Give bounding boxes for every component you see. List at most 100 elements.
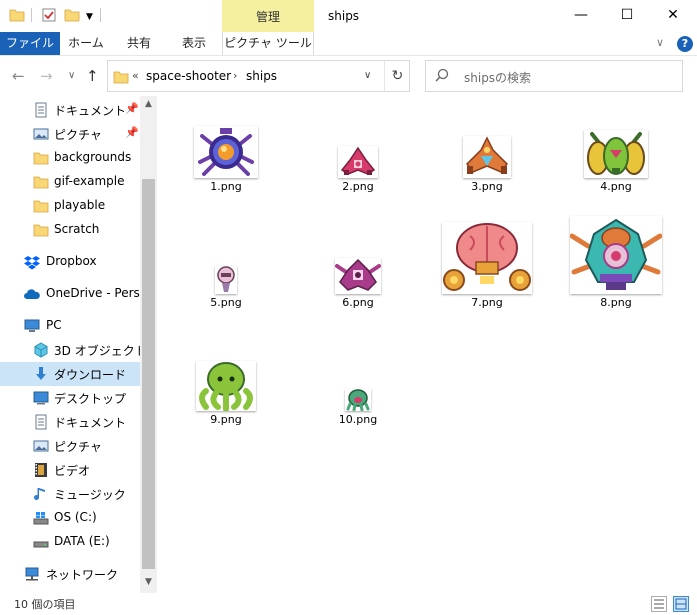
minimize-button[interactable]: — bbox=[558, 0, 604, 32]
scroll-up-button[interactable]: ▲ bbox=[140, 96, 157, 113]
sidebar-item-label: playable bbox=[54, 198, 106, 212]
large-icons-view-button[interactable] bbox=[673, 596, 689, 612]
sidebar-item-pictures-pinned[interactable]: ピクチャ 📌 bbox=[0, 122, 140, 146]
scroll-thumb[interactable] bbox=[142, 179, 155, 569]
scroll-down-button[interactable]: ▼ bbox=[140, 574, 157, 591]
sidebar-item-gif-example[interactable]: gif-example bbox=[0, 170, 140, 194]
new-folder-icon[interactable] bbox=[64, 7, 80, 23]
file-item[interactable]: 9.png bbox=[178, 329, 274, 429]
sidebar-item-label: OneDrive - Persor bbox=[46, 286, 153, 300]
sidebar-item-label: ダウンロード bbox=[54, 368, 127, 382]
sidebar-item-music[interactable]: ミュージック bbox=[0, 482, 140, 506]
back-button[interactable]: ← bbox=[12, 67, 25, 85]
address-bar[interactable]: « space-shooter › ships ∨ ↻ bbox=[107, 60, 410, 92]
refresh-button[interactable]: ↻ bbox=[384, 61, 410, 91]
sidebar-item-downloads[interactable]: ダウンロード bbox=[0, 362, 140, 386]
sidebar-item-os-drive[interactable]: OS (C:) bbox=[0, 506, 140, 530]
help-icon[interactable]: ? bbox=[677, 36, 693, 52]
network-icon bbox=[25, 567, 39, 581]
breadcrumb-space-shooter[interactable]: space-shooter bbox=[146, 69, 231, 83]
sidebar-item-backgrounds[interactable]: backgrounds bbox=[0, 146, 140, 170]
forward-button[interactable]: → bbox=[40, 67, 53, 85]
details-view-button[interactable] bbox=[651, 596, 667, 612]
sidebar-item-label: ドキュメント bbox=[54, 416, 127, 430]
breadcrumb-ships[interactable]: ships bbox=[246, 69, 277, 83]
file-name: 3.png bbox=[471, 180, 503, 193]
file-item[interactable]: 4.png bbox=[568, 96, 664, 196]
file-thumbnail bbox=[310, 96, 406, 178]
file-name: 7.png bbox=[471, 296, 503, 309]
properties-icon[interactable] bbox=[41, 7, 57, 23]
window-title: ships bbox=[328, 9, 360, 23]
sidebar-item-pc[interactable]: PC bbox=[0, 314, 140, 338]
file-name: 4.png bbox=[600, 180, 632, 193]
recent-locations-button[interactable]: ∨ bbox=[68, 70, 75, 81]
navigation-pane: ドキュメント 📌 ピクチャ 📌 backgrounds gif-example … bbox=[0, 96, 157, 593]
search-box[interactable]: shipsの検索 bbox=[425, 60, 683, 92]
pictures-icon bbox=[33, 440, 49, 452]
pin-icon: 📌 bbox=[125, 102, 139, 115]
sidebar-item-playable[interactable]: playable bbox=[0, 194, 140, 218]
sidebar-item-documents-pinned[interactable]: ドキュメント 📌 bbox=[0, 98, 140, 122]
file-item[interactable]: 5.png bbox=[178, 212, 274, 312]
folder-icon bbox=[33, 152, 49, 165]
folder-icon bbox=[33, 200, 49, 213]
file-item[interactable]: 6.png bbox=[310, 212, 406, 312]
sidebar-item-data-drive[interactable]: DATA (E:) bbox=[0, 530, 140, 554]
sidebar-item-dropbox[interactable]: Dropbox bbox=[0, 250, 140, 274]
expand-ribbon-button[interactable]: ∨ bbox=[656, 36, 664, 49]
desktop-icon bbox=[33, 391, 49, 405]
tab-picture-tools[interactable]: ピクチャ ツール bbox=[222, 32, 314, 55]
sidebar-item-label: デスクトップ bbox=[54, 392, 127, 406]
sidebar-item-desktop[interactable]: デスクトップ bbox=[0, 386, 140, 410]
video-icon bbox=[35, 463, 47, 477]
file-name: 2.png bbox=[342, 180, 374, 193]
sidebar-item-pictures[interactable]: ピクチャ bbox=[0, 434, 140, 458]
sidebar-item-label: DATA (E:) bbox=[54, 534, 110, 548]
tab-share[interactable]: 共有 bbox=[112, 32, 166, 55]
sidebar-item-network[interactable]: ネットワーク bbox=[0, 562, 140, 586]
manage-tab-header[interactable]: 管理 bbox=[222, 0, 314, 32]
folder-icon[interactable] bbox=[9, 7, 25, 23]
file-item[interactable]: 2.png bbox=[310, 96, 406, 196]
sprite-thumbnail-icon bbox=[463, 136, 511, 178]
close-button[interactable]: ✕ bbox=[650, 0, 696, 32]
file-item[interactable]: 1.png bbox=[178, 96, 274, 196]
sprite-thumbnail-icon bbox=[215, 266, 237, 294]
file-name: 9.png bbox=[210, 413, 242, 426]
folder-icon bbox=[33, 176, 49, 189]
file-item[interactable]: 10.png bbox=[310, 329, 406, 429]
quick-access-divider bbox=[31, 8, 32, 22]
music-icon bbox=[34, 488, 45, 500]
file-thumbnail bbox=[568, 96, 664, 178]
file-item[interactable]: 8.png bbox=[568, 212, 664, 312]
file-thumbnail bbox=[310, 212, 406, 294]
sidebar-item-onedrive[interactable]: OneDrive - Persor bbox=[0, 282, 152, 306]
sidebar-scrollbar[interactable]: ▲ ▼ bbox=[140, 96, 157, 593]
file-thumbnail bbox=[439, 212, 535, 294]
breadcrumb-overflow[interactable]: « bbox=[132, 69, 139, 82]
sidebar-item-3d-objects[interactable]: 3D オブジェクト bbox=[0, 338, 147, 362]
large-icons-view-icon bbox=[675, 598, 687, 610]
file-item[interactable]: 3.png bbox=[439, 96, 535, 196]
address-dropdown-button[interactable]: ∨ bbox=[364, 70, 371, 81]
sidebar-item-documents[interactable]: ドキュメント bbox=[0, 410, 140, 434]
up-button[interactable]: ↑ bbox=[86, 67, 99, 85]
search-input[interactable]: shipsの検索 bbox=[464, 69, 531, 86]
file-thumbnail bbox=[178, 96, 274, 178]
file-thumbnail bbox=[178, 329, 274, 411]
tab-home[interactable]: ホーム bbox=[60, 32, 112, 55]
sidebar-item-label: 3D オブジェクト bbox=[54, 344, 147, 358]
sidebar-item-label: ビデオ bbox=[54, 464, 91, 478]
drive-icon bbox=[33, 541, 49, 548]
tab-view[interactable]: 表示 bbox=[166, 32, 222, 55]
breadcrumb-separator[interactable]: › bbox=[233, 69, 237, 82]
file-item[interactable]: 7.png bbox=[439, 212, 535, 312]
maximize-button[interactable]: ☐ bbox=[604, 0, 650, 32]
document-icon bbox=[35, 102, 47, 118]
sidebar-item-videos[interactable]: ビデオ bbox=[0, 458, 140, 482]
download-icon bbox=[36, 367, 46, 380]
sidebar-item-label: OS (C:) bbox=[54, 510, 97, 524]
sidebar-item-scratch[interactable]: Scratch bbox=[0, 218, 140, 242]
tab-file[interactable]: ファイル bbox=[0, 32, 60, 55]
